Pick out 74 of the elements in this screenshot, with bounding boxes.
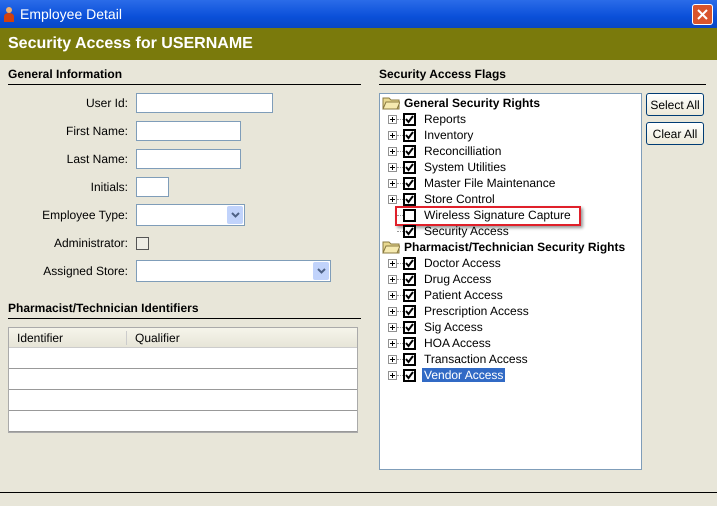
- expand-icon[interactable]: [388, 322, 397, 332]
- section-title: General Information: [8, 67, 361, 85]
- expand-icon[interactable]: [388, 274, 397, 284]
- checkbox[interactable]: [403, 176, 416, 190]
- close-button[interactable]: [692, 4, 713, 24]
- tree-item[interactable]: Patient Access: [422, 288, 505, 302]
- tree-item[interactable]: Sig Access: [422, 320, 485, 334]
- tree-group-label[interactable]: General Security Rights: [404, 96, 540, 110]
- checkbox[interactable]: [403, 224, 416, 238]
- window-title: Employee Detail: [20, 6, 122, 22]
- expand-icon[interactable]: [388, 290, 397, 300]
- expand-icon[interactable]: [388, 258, 397, 268]
- tree-item[interactable]: Reports: [422, 112, 468, 126]
- tree-item[interactable]: Doctor Access: [422, 256, 503, 270]
- checkbox[interactable]: [403, 320, 416, 334]
- tree-item[interactable]: Reconcilliation: [422, 144, 504, 158]
- tree-item[interactable]: Inventory: [422, 128, 476, 142]
- text-field[interactable]: [136, 177, 169, 197]
- checkbox[interactable]: [403, 352, 416, 366]
- text-field[interactable]: [136, 149, 241, 169]
- checkbox[interactable]: [403, 192, 416, 206]
- tree-item[interactable]: Transaction Access: [422, 352, 530, 366]
- checkbox[interactable]: [403, 288, 416, 302]
- checkbox[interactable]: [403, 112, 416, 126]
- action-button[interactable]: Clear All: [646, 122, 704, 145]
- field-label: User Id:: [84, 96, 128, 110]
- checkbox[interactable]: [403, 160, 416, 174]
- tree-item[interactable]: Store Control: [422, 192, 497, 206]
- expand-icon[interactable]: [388, 370, 397, 380]
- expand-icon[interactable]: [388, 130, 397, 140]
- section-title: Pharmacist/Technician Identifiers: [8, 301, 361, 319]
- expand-icon[interactable]: [388, 194, 397, 204]
- section-title: Security Access Flags: [379, 67, 706, 85]
- expand-icon[interactable]: [388, 306, 397, 316]
- dropdown-field[interactable]: [136, 260, 331, 282]
- tree-item[interactable]: Vendor Access: [422, 368, 506, 382]
- expand-icon[interactable]: [388, 178, 397, 188]
- expand-icon[interactable]: [388, 146, 397, 156]
- field-label: First Name:: [64, 124, 128, 138]
- expand-icon[interactable]: [388, 338, 397, 348]
- expand-icon[interactable]: [388, 162, 397, 172]
- tree-group-label[interactable]: Pharmacist/Technician Security Rights: [404, 240, 626, 254]
- checkbox[interactable]: [403, 336, 416, 350]
- column-header[interactable]: Qualifier: [127, 330, 180, 344]
- tree-item[interactable]: Drug Access: [422, 272, 494, 286]
- person-icon: [4, 6, 14, 22]
- expand-icon[interactable]: [388, 354, 397, 364]
- field-label: Last Name:: [66, 152, 128, 166]
- checkbox[interactable]: [403, 144, 416, 158]
- tree-item[interactable]: Prescription Access: [422, 304, 531, 318]
- field-label: Administrator:: [52, 236, 128, 250]
- tree-item[interactable]: HOA Access: [422, 336, 493, 350]
- text-field[interactable]: [136, 93, 273, 113]
- column-header[interactable]: Identifier: [9, 330, 127, 344]
- checkbox[interactable]: [403, 208, 416, 222]
- checkbox[interactable]: [403, 272, 416, 286]
- checkbox[interactable]: [403, 368, 416, 382]
- checkbox[interactable]: [403, 256, 416, 270]
- action-button[interactable]: Select All: [646, 93, 704, 116]
- close-icon: [697, 8, 708, 20]
- tree-item[interactable]: Security Access: [422, 224, 511, 238]
- page-title: Security Access for USERNAME: [8, 35, 253, 53]
- tree-item[interactable]: Master File Maintenance: [422, 176, 558, 190]
- tree-item[interactable]: Wireless Signature Capture: [422, 208, 573, 222]
- expand-icon[interactable]: [388, 114, 397, 124]
- checkbox[interactable]: [403, 304, 416, 318]
- text-field[interactable]: [136, 121, 241, 141]
- field-label: Employee Type:: [41, 208, 128, 222]
- checkbox[interactable]: [403, 128, 416, 142]
- dropdown-field[interactable]: [136, 204, 245, 226]
- checkbox[interactable]: [136, 236, 149, 250]
- field-label: Initials:: [90, 180, 128, 194]
- field-label: Assigned Store:: [42, 264, 128, 278]
- tree-item[interactable]: System Utilities: [422, 160, 508, 174]
